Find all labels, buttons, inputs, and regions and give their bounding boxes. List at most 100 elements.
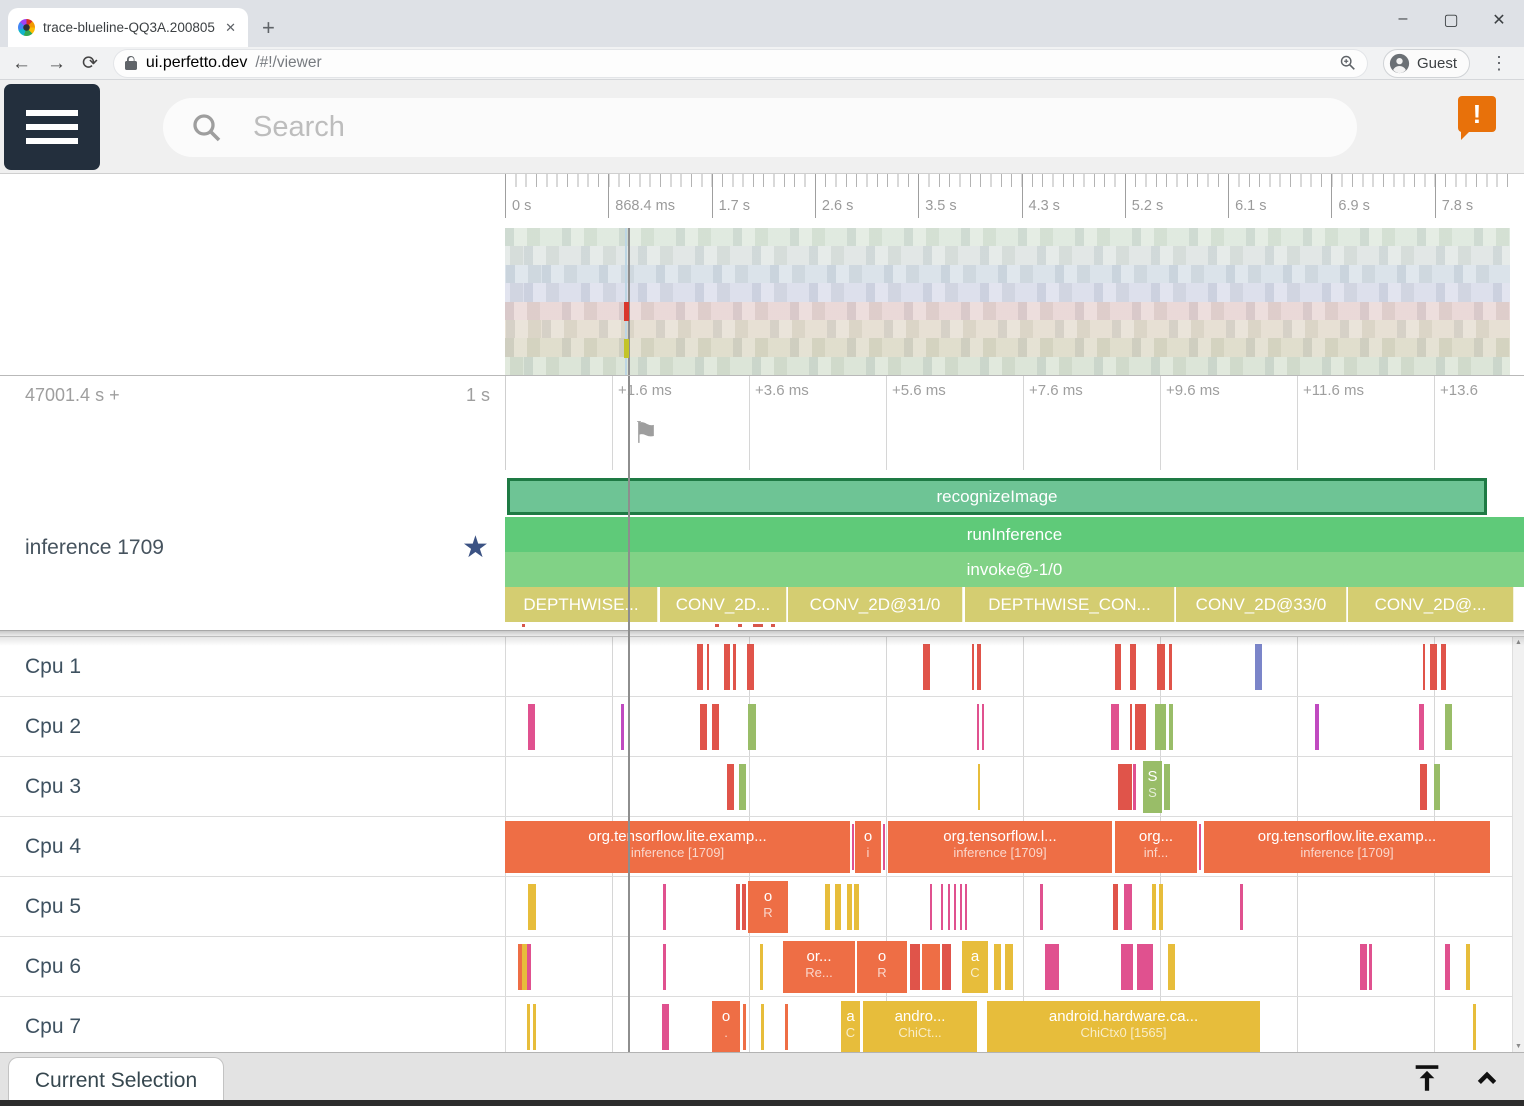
minimap-band[interactable]	[505, 302, 1510, 320]
cpu-slice[interactable]	[1240, 884, 1243, 930]
cpu-track-label[interactable]: Cpu 6	[25, 937, 81, 996]
cpu-slice[interactable]	[1157, 644, 1165, 690]
cpu-slice[interactable]	[662, 1004, 669, 1050]
cpu-slice[interactable]	[1199, 824, 1201, 870]
cpu-slice[interactable]	[1045, 944, 1059, 990]
cpu-slice[interactable]	[1423, 644, 1425, 690]
browser-tab[interactable]: trace-blueline-QQ3A.200805 ✕	[8, 8, 248, 47]
cpu-slice[interactable]: o.	[712, 1001, 740, 1052]
cpu-slice[interactable]	[847, 884, 852, 930]
cpu-slice[interactable]	[663, 944, 666, 990]
minimap-band[interactable]	[505, 246, 1510, 264]
cpu-slice[interactable]	[1169, 704, 1173, 750]
cpu-slice[interactable]	[742, 884, 746, 930]
cpu-slice[interactable]	[1159, 884, 1163, 930]
op-slice[interactable]: DEPTHWISE_CON...	[965, 587, 1175, 622]
search-bar[interactable]	[163, 98, 1357, 157]
cpu-slice[interactable]	[1441, 644, 1446, 690]
dock-to-top-icon[interactable]	[1410, 1061, 1444, 1095]
cpu-slice[interactable]	[1164, 764, 1170, 810]
cpu-slice[interactable]	[724, 644, 730, 690]
cpu-slice[interactable]	[854, 884, 859, 930]
reload-button[interactable]: ⟳	[82, 54, 98, 73]
pin-star-icon[interactable]: ★	[462, 530, 489, 565]
cpu-slice[interactable]	[1124, 884, 1132, 930]
window-minimize-button[interactable]: –	[1394, 10, 1412, 30]
cpu-slice[interactable]	[910, 944, 920, 990]
slice-run-inference[interactable]: runInference	[505, 517, 1524, 552]
cpu-slice[interactable]: or...Re...	[783, 941, 855, 993]
cpu-slice[interactable]	[977, 704, 979, 750]
cpu-slice[interactable]	[712, 704, 719, 750]
browser-menu-icon[interactable]: ⋮	[1486, 53, 1512, 74]
cpu-slice[interactable]	[1255, 644, 1262, 690]
cpu-slice[interactable]	[1137, 944, 1153, 990]
cpu-slice[interactable]	[533, 1004, 536, 1050]
cpu-slice[interactable]: org.tensorflow.l...inference [1709]	[888, 821, 1112, 873]
cpu-slice[interactable]	[1111, 704, 1119, 750]
minimap-band[interactable]	[505, 357, 1510, 375]
cpu-slice[interactable]	[1473, 1004, 1476, 1050]
cpu-slice[interactable]	[1445, 704, 1452, 750]
cpu-slice[interactable]	[972, 644, 974, 690]
track-label-inference[interactable]: inference 1709	[25, 536, 164, 560]
cpu-slice[interactable]	[1430, 644, 1437, 690]
cpu-slice[interactable]	[942, 944, 951, 990]
zoom-page-icon[interactable]	[1339, 54, 1357, 72]
sidebar-menu-button[interactable]	[4, 84, 100, 170]
cpu-slice[interactable]	[700, 704, 707, 750]
cpu-slice[interactable]: android.hardware.ca...ChiCtx0 [1565]	[987, 1001, 1260, 1052]
minimap-band[interactable]	[505, 228, 1510, 246]
cpu-slice[interactable]	[1115, 644, 1121, 690]
cpu-track-label[interactable]: Cpu 7	[25, 997, 81, 1052]
cpu-slice[interactable]	[621, 704, 624, 750]
cpu-slice[interactable]	[1466, 944, 1470, 990]
cpu-slice[interactable]: andro...ChiCt...	[863, 1001, 977, 1052]
tab-current-selection[interactable]: Current Selection	[8, 1057, 224, 1106]
ruler-track[interactable]: 0 s868.4 ms1.7 s2.6 s3.5 s4.3 s5.2 s6.1 …	[505, 174, 1513, 228]
op-slice[interactable]: DEPTHWISE...	[505, 587, 658, 622]
cpu-slice[interactable]	[994, 944, 1001, 990]
cpu-slice[interactable]	[1155, 704, 1166, 750]
cpu-slice[interactable]	[1133, 764, 1136, 810]
op-slice[interactable]: CONV_2D@31/0	[788, 587, 963, 622]
cpu-slice[interactable]	[930, 884, 932, 930]
cpu-slice[interactable]	[527, 1004, 530, 1050]
cpu-slice[interactable]	[761, 1004, 764, 1050]
cpu-slice[interactable]: oR	[748, 881, 788, 933]
cpu-slice[interactable]	[825, 884, 830, 930]
cpu-slice[interactable]	[852, 824, 854, 870]
cpu-slice[interactable]	[785, 1004, 788, 1050]
search-input[interactable]	[253, 111, 1331, 144]
cpu-slice[interactable]	[1130, 704, 1132, 750]
cpu-slice[interactable]	[743, 1004, 746, 1050]
cpu-track-label[interactable]: Cpu 2	[25, 697, 81, 756]
cpu-slice[interactable]	[747, 644, 754, 690]
expand-panel-icon[interactable]	[1470, 1061, 1504, 1095]
minimap-band[interactable]	[505, 338, 1510, 356]
cpu-slice[interactable]	[1369, 944, 1372, 990]
cpu-slice[interactable]	[922, 944, 940, 990]
cpu-slice[interactable]	[883, 824, 885, 870]
tab-close-icon[interactable]: ✕	[223, 20, 238, 36]
cpu-slice[interactable]	[1005, 944, 1013, 990]
cpu-slice[interactable]	[923, 644, 930, 690]
cpu-slice[interactable]	[527, 944, 531, 990]
profile-chip[interactable]: Guest	[1383, 49, 1470, 78]
cpu-slice[interactable]: aC	[962, 941, 988, 993]
cpu-slice[interactable]	[1130, 644, 1136, 690]
cpu-slice[interactable]	[663, 884, 666, 930]
cpu-slice[interactable]	[977, 644, 981, 690]
cpu-track-label[interactable]: Cpu 4	[25, 817, 81, 876]
flag-marker-icon[interactable]: ⚑	[632, 416, 659, 451]
cpu-slice[interactable]	[748, 704, 756, 750]
cpu-slice[interactable]	[1445, 944, 1450, 990]
cpu-slice[interactable]: SS	[1143, 761, 1162, 813]
window-maximize-button[interactable]: ▢	[1442, 10, 1460, 30]
cpu-track-label[interactable]: Cpu 1	[25, 637, 81, 696]
cpu-slice[interactable]: oR	[857, 941, 907, 993]
cpu-slice[interactable]	[707, 644, 709, 690]
cpu-slice[interactable]	[948, 884, 950, 930]
forward-button[interactable]: →	[47, 54, 66, 73]
op-slice[interactable]: CONV_2D@33/0	[1176, 587, 1347, 622]
